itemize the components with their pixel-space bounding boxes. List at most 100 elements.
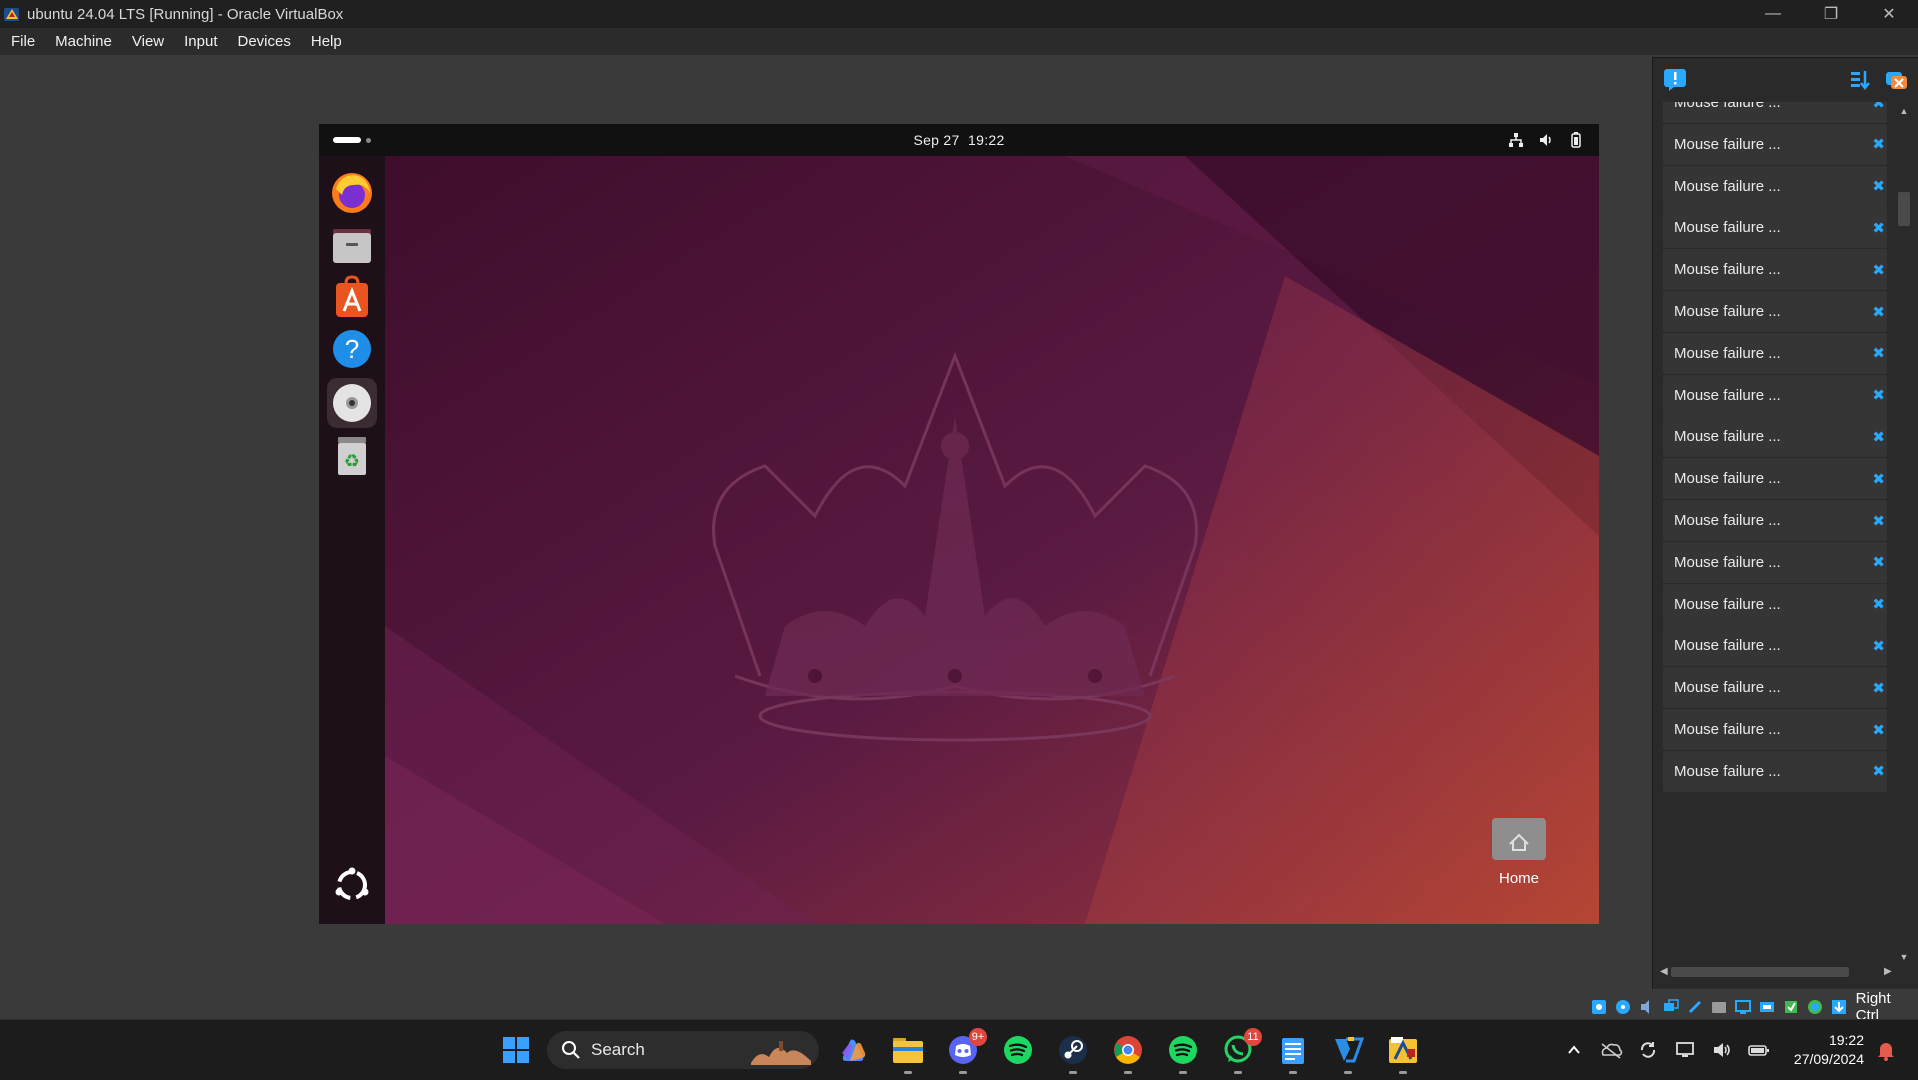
notification-horizontal-scrollbar[interactable]: ◀ ▶ [1657,964,1897,980]
system-status-area[interactable] [1507,131,1585,149]
scroll-up-icon[interactable]: ▲ [1899,106,1909,116]
speaker-icon[interactable] [1708,1036,1736,1064]
dismiss-icon[interactable]: ✖ [1872,762,1885,780]
activities-indicator[interactable] [333,137,371,143]
virtualization-icon[interactable] [1782,998,1801,1016]
menu-help[interactable]: Help [300,33,351,50]
dismiss-icon[interactable]: ✖ [1872,512,1885,530]
dismiss-icon[interactable]: ✖ [1872,261,1885,279]
whatsapp-icon[interactable]: 11 [1218,1028,1262,1074]
onedrive-icon[interactable] [1597,1036,1625,1064]
trash-icon[interactable]: ♻ [327,430,377,480]
dismiss-icon[interactable]: ✖ [1872,219,1885,237]
guest-additions-icon[interactable] [1806,998,1825,1016]
horizontal-scrollbar-thumb[interactable] [1671,967,1849,977]
close-icon[interactable]: ✕ [1860,0,1918,28]
shared-folders-icon[interactable] [1710,998,1729,1016]
guest-screen[interactable]: Sep 27 19:22 ? ♻ Home [319,124,1599,924]
notification-item[interactable]: Mouse failure ... ✖ [1663,207,1887,249]
taskbar-clock[interactable]: 19:22 27/09/2024 [1778,1032,1864,1067]
notification-item[interactable]: Mouse failure ... ✖ [1663,291,1887,332]
notification-item[interactable]: Mouse failure ... ✖ [1663,750,1887,792]
show-apps-icon[interactable] [327,860,377,910]
dismiss-icon[interactable]: ✖ [1872,344,1885,362]
battery-status-icon[interactable] [1745,1036,1773,1064]
spotify-icon[interactable] [998,1030,1038,1070]
chevron-up-icon[interactable] [1560,1036,1588,1064]
menu-input[interactable]: Input [173,33,226,50]
notification-item[interactable]: Mouse failure ... ✖ [1663,667,1887,709]
notification-item[interactable]: Mouse failure ... ✖ [1663,249,1887,291]
virtualbox-taskbar-icon[interactable] [1383,1030,1423,1074]
start-button[interactable] [496,1030,536,1070]
notification-vertical-scrollbar[interactable]: ▲ ▼ [1896,104,1912,964]
dismiss-icon[interactable]: ✖ [1872,177,1885,195]
audio-icon[interactable] [1638,998,1657,1016]
scroll-right-icon[interactable]: ▶ [1884,966,1894,977]
notification-item[interactable]: Mouse failure ... ✖ [1663,500,1887,541]
notification-item[interactable]: Mouse failure ... ✖ [1663,458,1887,500]
help-icon[interactable]: ? [327,324,377,374]
scroll-down-icon[interactable]: ▼ [1899,952,1909,962]
network-status-icon[interactable] [1671,1036,1699,1064]
notification-item[interactable]: Mouse failure ... ✖ [1663,416,1887,458]
dismiss-icon[interactable]: ✖ [1872,135,1885,153]
steam-icon[interactable] [1053,1030,1093,1074]
desktop-home-folder[interactable]: Home [1479,812,1559,887]
menu-devices[interactable]: Devices [227,33,300,50]
notification-item[interactable]: Mouse failure ... ✖ [1663,583,1887,625]
chrome-icon[interactable] [1108,1030,1148,1074]
dismiss-icon[interactable]: ✖ [1872,595,1885,613]
desktop-wallpaper[interactable] [385,156,1599,924]
display-icon[interactable] [1734,998,1753,1016]
usb-icon[interactable] [1686,998,1705,1016]
notification-item[interactable]: Mouse failure ... ✖ [1663,332,1887,374]
notification-item[interactable]: Mouse failure ... ✖ [1663,123,1887,165]
network-adapter-icon[interactable] [1662,998,1681,1016]
scroll-left-icon[interactable]: ◀ [1660,966,1670,977]
discord-icon[interactable]: 9+ [943,1028,987,1074]
notification-item[interactable]: Mouse failure ... ✖ [1663,102,1887,123]
sync-icon[interactable] [1634,1036,1662,1064]
notification-item[interactable]: Mouse failure ... ✖ [1663,374,1887,416]
spotify-second-icon[interactable] [1163,1030,1203,1074]
hard-disk-activity-icon[interactable] [1590,998,1609,1016]
notification-list[interactable]: Mouse failure ... ✖ Mouse failure ... ✖ Mous… [1657,102,1889,964]
menu-view[interactable]: View [121,33,173,50]
dismiss-icon[interactable]: ✖ [1872,721,1885,739]
scrollbar-thumb[interactable] [1898,192,1910,226]
notepad-icon[interactable] [1273,1030,1313,1074]
firefox-icon[interactable] [327,168,377,218]
mouse-integration-icon[interactable] [1830,998,1849,1016]
dismiss-icon[interactable]: ✖ [1872,303,1885,321]
notification-item[interactable]: Mouse failure ... ✖ [1663,165,1887,207]
taskbar-search-box[interactable]: Search [547,1031,819,1069]
optical-drive-icon[interactable] [1614,998,1633,1016]
vscode-like-icon[interactable] [1328,1030,1368,1074]
notification-item[interactable]: Mouse failure ... ✖ [1663,625,1887,667]
minimize-icon[interactable]: — [1744,0,1802,28]
dismiss-icon[interactable]: ✖ [1872,428,1885,446]
dismiss-icon[interactable]: ✖ [1872,679,1885,697]
menu-file[interactable]: File [0,33,44,50]
app-center-icon[interactable] [327,272,377,322]
menu-machine[interactable]: Machine [44,33,121,50]
dismiss-icon[interactable]: ✖ [1872,470,1885,488]
notification-item[interactable]: Mouse failure ... ✖ [1663,541,1887,583]
notification-item[interactable]: Mouse failure ... ✖ [1663,709,1887,750]
files-icon[interactable] [327,220,377,270]
notification-bell-icon[interactable] [1874,1038,1898,1062]
optical-disc-icon[interactable] [327,378,377,428]
file-explorer-icon[interactable] [888,1030,928,1074]
sort-icon[interactable] [1849,69,1871,91]
dismiss-icon[interactable]: ✖ [1872,102,1885,112]
top-bar-clock[interactable]: Sep 27 19:22 [913,132,1004,148]
restore-icon[interactable]: ❐ [1802,0,1860,28]
clear-all-icon[interactable] [1885,68,1909,92]
dismiss-icon[interactable]: ✖ [1872,637,1885,655]
video-capture-icon[interactable] [1758,998,1777,1016]
notification-alert-icon[interactable] [1663,68,1687,92]
dismiss-icon[interactable]: ✖ [1872,553,1885,571]
copilot-icon[interactable] [833,1030,873,1070]
dismiss-icon[interactable]: ✖ [1872,386,1885,404]
